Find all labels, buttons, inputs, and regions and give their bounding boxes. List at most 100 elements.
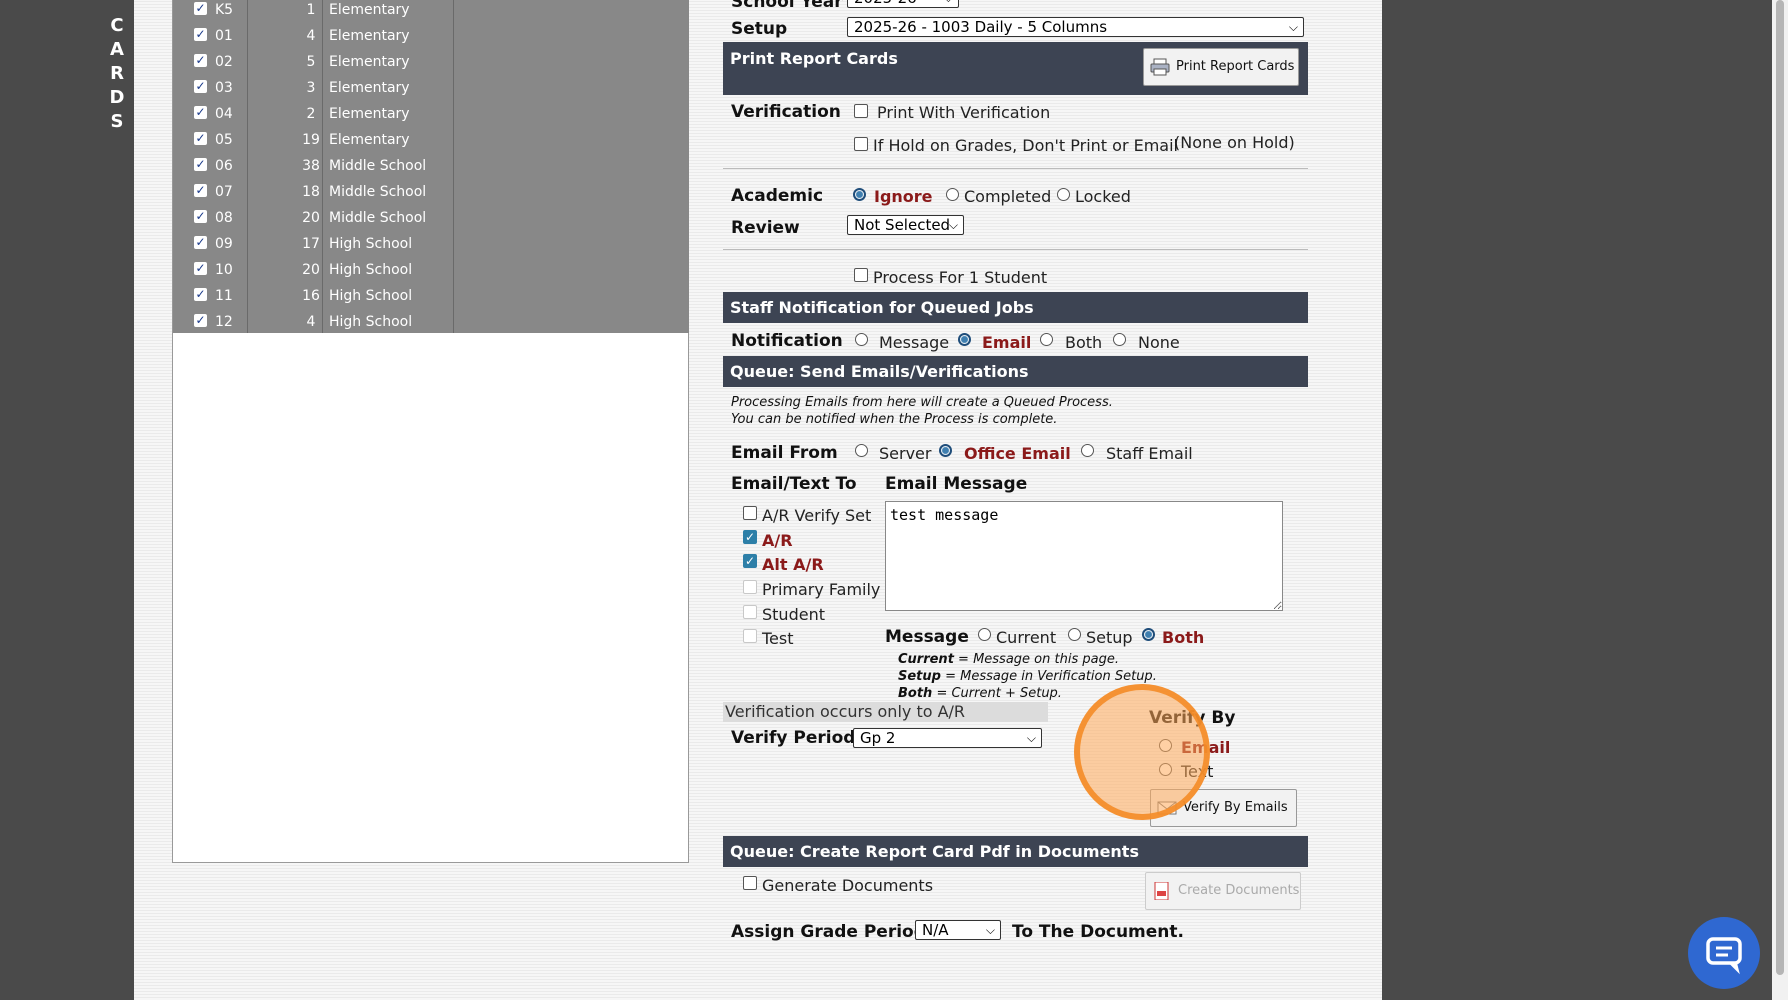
grade-checkbox[interactable]: ✓ xyxy=(194,314,207,327)
grade-table: ✓ K5 1 Elementary ✓ 01 4 Elementary ✓ 02 5 Elementa… xyxy=(173,0,689,333)
to-ar-checkbox[interactable]: ✓ xyxy=(743,530,757,544)
to-test-checkbox[interactable] xyxy=(743,629,757,643)
academic-label: Academic xyxy=(731,186,824,206)
grade-code: 01 xyxy=(215,28,233,44)
to-alt-ar-checkbox[interactable]: ✓ xyxy=(743,554,757,568)
grade-row[interactable]: ✓ 09 17 High School xyxy=(173,231,689,257)
grade-row[interactable]: ✓ 02 5 Elementary xyxy=(173,49,689,75)
academic-completed-radio[interactable] xyxy=(946,188,959,201)
grade-checkbox[interactable]: ✓ xyxy=(194,158,207,171)
grade-checkbox[interactable]: ✓ xyxy=(194,2,207,15)
email-to-label: Email/Text To xyxy=(731,474,857,494)
to-student-checkbox[interactable] xyxy=(743,605,757,619)
chevron-down-icon: ⌵ xyxy=(1026,731,1036,745)
assign-grade-period-select[interactable]: N/A ⌵ xyxy=(915,920,1001,940)
verification-band: Verification occurs only to A/R xyxy=(723,702,1048,722)
grade-checkbox[interactable]: ✓ xyxy=(194,236,207,249)
setup-select[interactable]: 2025-26 - 1003 Daily - 5 Columns ⌵ xyxy=(847,17,1304,37)
grade-row[interactable]: ✓ 04 2 Elementary xyxy=(173,101,689,127)
print-report-cards-button[interactable]: Print Report Cards xyxy=(1143,48,1299,86)
queue-email-header: Queue: Send Emails/Verifications xyxy=(723,356,1308,387)
grade-code: 11 xyxy=(215,288,233,304)
grade-checkbox[interactable]: ✓ xyxy=(194,80,207,93)
from-server-radio[interactable] xyxy=(855,444,868,457)
from-office-radio[interactable] xyxy=(939,444,952,457)
academic-ignore-radio[interactable] xyxy=(853,188,866,201)
to-ar-verify-checkbox[interactable] xyxy=(743,506,757,520)
print-button-label: Print Report Cards xyxy=(1176,59,1295,74)
grade-list-panel: ✓ K5 1 Elementary ✓ 01 4 Elementary ✓ 02 5 Elementa… xyxy=(172,0,689,863)
grade-checkbox[interactable]: ✓ xyxy=(194,262,207,275)
grade-level: Elementary xyxy=(329,28,410,44)
email-from-label: Email From xyxy=(731,443,838,463)
grade-code: 03 xyxy=(215,80,233,96)
msg-setup-radio[interactable] xyxy=(1068,628,1081,641)
print-with-verification-text: Print With Verification xyxy=(877,103,1051,122)
assign-suffix-text: To The Document. xyxy=(1012,922,1184,942)
page-scrollbar[interactable] xyxy=(1772,0,1788,1000)
grade-checkbox[interactable]: ✓ xyxy=(194,184,207,197)
process-one-student-checkbox[interactable] xyxy=(854,268,868,282)
message-label: Message xyxy=(885,627,969,647)
to-primary-checkbox[interactable] xyxy=(743,580,757,594)
grade-checkbox[interactable]: ✓ xyxy=(194,132,207,145)
grade-checkbox[interactable]: ✓ xyxy=(194,210,207,223)
school-year-select[interactable]: 2025-26⌵ xyxy=(847,0,959,8)
notif-both-radio[interactable] xyxy=(1040,333,1053,346)
setup-label: Setup xyxy=(731,19,788,39)
grade-code: 04 xyxy=(215,106,233,122)
grade-row[interactable]: ✓ 06 38 Middle School xyxy=(173,153,689,179)
grade-checkbox[interactable]: ✓ xyxy=(194,106,207,119)
printer-icon xyxy=(1150,58,1170,76)
grade-row[interactable]: ✓ 07 18 Middle School xyxy=(173,179,689,205)
grade-row[interactable]: ✓ K5 1 Elementary xyxy=(173,0,689,23)
email-message-textarea[interactable]: test message xyxy=(885,501,1283,611)
from-staff-text: Staff Email xyxy=(1106,444,1193,463)
grade-row[interactable]: ✓ 10 20 High School xyxy=(173,257,689,283)
grade-checkbox[interactable]: ✓ xyxy=(194,288,207,301)
create-documents-button[interactable]: Create Documents xyxy=(1145,872,1301,910)
review-label: Review xyxy=(731,218,800,238)
to-ar-text: A/R xyxy=(762,531,793,550)
print-with-verification-checkbox[interactable] xyxy=(854,104,868,118)
msg-current-radio[interactable] xyxy=(978,628,991,641)
divider xyxy=(723,249,1308,250)
notif-none-text: None xyxy=(1138,333,1180,352)
grade-checkbox[interactable]: ✓ xyxy=(194,54,207,67)
divider xyxy=(723,168,1308,169)
grade-row[interactable]: ✓ 03 3 Elementary xyxy=(173,75,689,101)
queue-note-line-2: You can be notified when the Process is … xyxy=(731,412,1058,427)
process-one-student-text: Process For 1 Student xyxy=(873,268,1048,287)
generate-documents-text: Generate Documents xyxy=(762,876,934,895)
verify-period-select[interactable]: Gp 2 ⌵ xyxy=(853,728,1042,748)
grade-row[interactable]: ✓ 01 4 Elementary xyxy=(173,23,689,49)
academic-locked-radio[interactable] xyxy=(1057,188,1070,201)
legend-current: Current = Message on this page. xyxy=(898,652,1119,667)
generate-documents-checkbox[interactable] xyxy=(743,876,757,890)
notif-email-radio[interactable] xyxy=(958,333,971,346)
grade-level: High School xyxy=(329,288,413,304)
notif-none-radio[interactable] xyxy=(1113,333,1126,346)
from-staff-radio[interactable] xyxy=(1081,444,1094,457)
grade-level: Middle School xyxy=(329,158,427,174)
grade-row[interactable]: ✓ 11 16 High School xyxy=(173,283,689,309)
grade-row[interactable]: ✓ 12 4 High School xyxy=(173,309,689,335)
msg-both-radio[interactable] xyxy=(1142,628,1155,641)
hold-on-grades-checkbox[interactable] xyxy=(854,137,868,151)
notif-message-radio[interactable] xyxy=(855,333,868,346)
grade-code: 10 xyxy=(215,262,233,278)
assign-grade-period-label: Assign Grade Period xyxy=(731,922,926,942)
queue-note-line-1: Processing Emails from here will create … xyxy=(731,395,1113,410)
scrollbar-thumb[interactable] xyxy=(1776,0,1784,975)
chat-button[interactable] xyxy=(1688,917,1760,989)
grade-level: Elementary xyxy=(329,54,410,70)
print-header-title: Print Report Cards xyxy=(730,49,898,68)
to-primary-text: Primary Family xyxy=(762,580,881,599)
grade-row[interactable]: ✓ 05 19 Elementary xyxy=(173,127,689,153)
grade-checkbox[interactable]: ✓ xyxy=(194,28,207,41)
grade-row[interactable]: ✓ 08 20 Middle School xyxy=(173,205,689,231)
grade-code: 07 xyxy=(215,184,233,200)
review-select[interactable]: Not Selected ⌵ xyxy=(847,215,964,235)
side-letter: C xyxy=(110,15,124,36)
from-server-text: Server xyxy=(879,444,932,463)
